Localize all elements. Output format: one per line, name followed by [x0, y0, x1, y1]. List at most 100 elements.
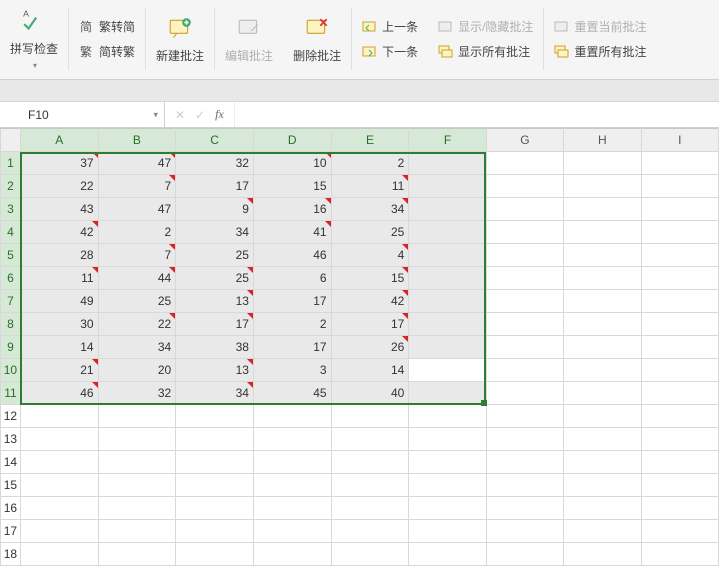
row-header[interactable]: 17 — [1, 520, 21, 543]
cell[interactable] — [564, 405, 641, 428]
cell[interactable]: 30 — [20, 313, 98, 336]
row-header[interactable]: 5 — [1, 244, 21, 267]
cell[interactable] — [641, 267, 718, 290]
cell[interactable]: 10 — [253, 152, 331, 175]
cell[interactable] — [641, 152, 718, 175]
spellcheck-button[interactable]: A 拼写检查▾ — [10, 8, 58, 70]
cell[interactable] — [409, 520, 486, 543]
cell[interactable]: 32 — [176, 152, 254, 175]
cell[interactable] — [486, 290, 563, 313]
cell[interactable] — [20, 497, 98, 520]
cell[interactable]: 14 — [331, 359, 409, 382]
cell[interactable] — [564, 520, 641, 543]
cell[interactable]: 45 — [253, 382, 331, 405]
cell[interactable] — [641, 336, 718, 359]
select-all-corner[interactable] — [1, 129, 21, 152]
cell[interactable]: 25 — [98, 290, 176, 313]
cell[interactable]: 34 — [176, 221, 254, 244]
column-header-D[interactable]: D — [253, 129, 331, 152]
cell[interactable]: 17 — [176, 175, 254, 198]
cell[interactable] — [409, 474, 486, 497]
cell[interactable] — [641, 221, 718, 244]
cell[interactable]: 42 — [20, 221, 98, 244]
cell[interactable]: 3 — [253, 359, 331, 382]
cell[interactable] — [253, 405, 331, 428]
row-header[interactable]: 11 — [1, 382, 21, 405]
cell[interactable] — [98, 405, 176, 428]
cell[interactable] — [409, 290, 486, 313]
next-comment-button[interactable]: 下一条 — [362, 43, 418, 60]
show-all-comments-button[interactable]: 显示所有批注 — [438, 43, 530, 60]
cell[interactable] — [564, 428, 641, 451]
cell[interactable]: 4 — [331, 244, 409, 267]
name-box[interactable]: ▾ — [0, 102, 165, 127]
cell[interactable] — [409, 497, 486, 520]
cell[interactable] — [564, 175, 641, 198]
reset-all-button[interactable]: 重置所有批注 — [554, 43, 646, 60]
cell[interactable] — [176, 428, 254, 451]
cell[interactable]: 2 — [98, 221, 176, 244]
cell[interactable]: 13 — [176, 359, 254, 382]
cell[interactable] — [486, 175, 563, 198]
cell[interactable]: 22 — [20, 175, 98, 198]
cell[interactable] — [486, 198, 563, 221]
cell[interactable] — [564, 198, 641, 221]
cell[interactable]: 2 — [331, 152, 409, 175]
cell[interactable]: 46 — [253, 244, 331, 267]
cell[interactable] — [564, 382, 641, 405]
row-header[interactable]: 6 — [1, 267, 21, 290]
cell[interactable] — [486, 497, 563, 520]
cell[interactable]: 7 — [98, 244, 176, 267]
cell[interactable] — [331, 497, 409, 520]
cell[interactable]: 38 — [176, 336, 254, 359]
cell[interactable] — [20, 428, 98, 451]
cell[interactable] — [409, 221, 486, 244]
row-header[interactable]: 3 — [1, 198, 21, 221]
cell[interactable] — [409, 382, 486, 405]
cell[interactable] — [331, 520, 409, 543]
cell[interactable] — [486, 382, 563, 405]
cell[interactable] — [486, 359, 563, 382]
cell[interactable] — [564, 244, 641, 267]
cell[interactable] — [486, 474, 563, 497]
row-header[interactable]: 7 — [1, 290, 21, 313]
cell[interactable] — [641, 497, 718, 520]
cell[interactable]: 14 — [20, 336, 98, 359]
cell[interactable] — [409, 198, 486, 221]
chevron-down-icon[interactable]: ▾ — [153, 109, 158, 120]
cell[interactable] — [20, 520, 98, 543]
cell[interactable]: 2 — [253, 313, 331, 336]
cell[interactable]: 25 — [176, 267, 254, 290]
cell[interactable] — [409, 359, 486, 382]
cell[interactable] — [486, 152, 563, 175]
cell[interactable] — [564, 497, 641, 520]
cell[interactable] — [98, 520, 176, 543]
row-header[interactable]: 8 — [1, 313, 21, 336]
cell[interactable] — [253, 497, 331, 520]
row-header[interactable]: 14 — [1, 451, 21, 474]
cell[interactable] — [98, 451, 176, 474]
cell[interactable]: 42 — [331, 290, 409, 313]
column-header-I[interactable]: I — [641, 129, 718, 152]
cell[interactable] — [486, 244, 563, 267]
cell[interactable] — [98, 497, 176, 520]
delete-comment-button[interactable]: 删除批注 — [293, 15, 341, 64]
cell[interactable]: 7 — [98, 175, 176, 198]
cell[interactable]: 40 — [331, 382, 409, 405]
cell[interactable] — [253, 520, 331, 543]
cell[interactable] — [564, 290, 641, 313]
cell[interactable]: 26 — [331, 336, 409, 359]
cell[interactable]: 25 — [331, 221, 409, 244]
column-header-B[interactable]: B — [98, 129, 176, 152]
cell[interactable]: 11 — [331, 175, 409, 198]
cell[interactable] — [409, 428, 486, 451]
new-comment-button[interactable]: 新建批注 — [156, 15, 204, 64]
cell[interactable] — [409, 175, 486, 198]
simp-to-trad-button[interactable]: 繁 简转繁 — [79, 43, 135, 60]
cell[interactable] — [20, 451, 98, 474]
cell[interactable] — [98, 474, 176, 497]
cell[interactable] — [176, 451, 254, 474]
cell[interactable]: 34 — [98, 336, 176, 359]
cell[interactable] — [564, 152, 641, 175]
cell[interactable] — [641, 474, 718, 497]
